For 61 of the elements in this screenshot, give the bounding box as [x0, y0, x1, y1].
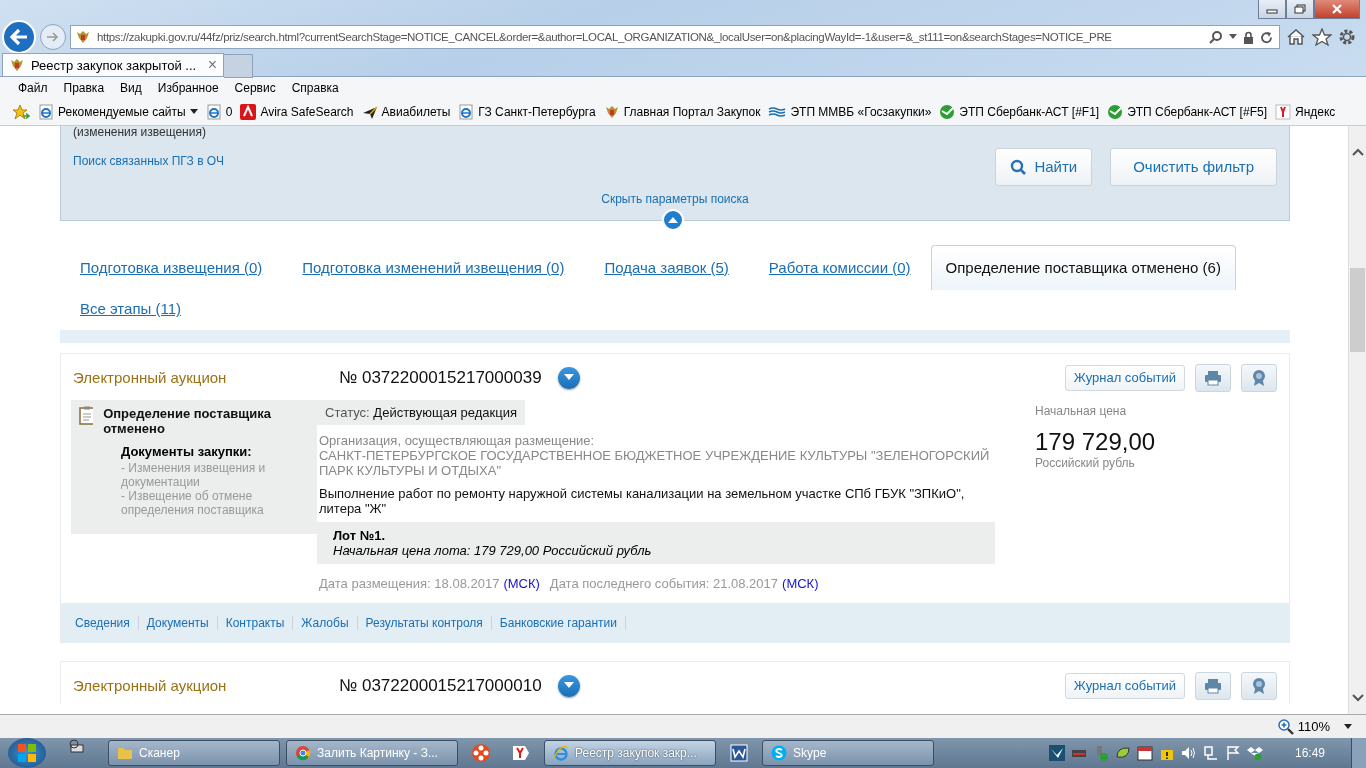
card-link[interactable]: Контракты — [217, 615, 294, 630]
favorite-link[interactable]: Рекомендуемые сайты — [38, 104, 198, 121]
stage-tab[interactable]: Работа комиссии (0) — [748, 244, 931, 290]
favorite-link[interactable]: ГЗ Санкт-Петербурга — [458, 104, 596, 121]
organization-label: Организация, осуществляющая размещение: — [319, 432, 596, 448]
currency-label: Российский рубль — [1035, 455, 1136, 470]
status-value: Действующая редакция — [373, 404, 517, 420]
menu-item[interactable]: Файл — [10, 81, 56, 96]
posted-date: Дата размещения: 18.08.2017 — [319, 575, 500, 591]
favorite-link[interactable]: Яндекс — [1274, 104, 1336, 121]
address-bar[interactable]: https://zakupki.gov.ru/44fz/priz/search.html?currentSearchStage=NOTICE_CANCEL&order=&author=LOCAL_ORGANIZATION&_localUser=on&placingWayId=-1&user=&_st111=on&searchStages=NOTICE_PRE — [70, 25, 1280, 49]
find-button[interactable]: Найти — [995, 147, 1093, 186]
procurement-number: № 0372200015217000010 — [339, 675, 542, 696]
lot-price: Начальная цена лота: 179 729,00 Российский рубль — [333, 542, 653, 558]
initial-price: 179 729,00 — [1035, 427, 1156, 456]
event-log-button[interactable]: Журнал событий — [1064, 364, 1185, 391]
menu-item[interactable]: Правка — [55, 81, 113, 96]
status-label: Статус: — [325, 404, 370, 420]
hide-search-params-link[interactable]: Скрыть параметры поиска — [61, 191, 1289, 206]
menu-item[interactable]: Вид — [112, 81, 150, 96]
menu-item[interactable]: Справка — [283, 81, 347, 96]
event-log-button[interactable]: Журнал событий — [1064, 672, 1185, 699]
favorite-link[interactable]: ЭТП ММВБ «Госзакупки» — [768, 105, 932, 120]
procurement-type: Электронный аукцион — [73, 677, 228, 695]
organization-name: САНКТ-ПЕТЕРБУРГСКОЕ ГОСУДАРСТВЕННОЕ БЮДЖЕТНОЕ УЧРЕЖДЕНИЕ КУЛЬТУРЫ "ЗЕЛЕНОГОРСКИЙ ПАРК КУЛЬТУРЫ И ОТДЫХА" — [319, 447, 991, 478]
card-link[interactable]: Документы — [138, 615, 218, 630]
favorite-link[interactable]: Avira SafeSearch — [240, 104, 354, 121]
price-label: Начальная цена — [1035, 403, 1128, 418]
favorite-link[interactable]: ЭТП Сбербанк-АСТ [#F1] — [939, 104, 1100, 121]
procurement-description: Выполнение работ по ремонту наружной системы канализации на земельном участке СПб ГБУК "ЗПКиО", литера "Ж" — [319, 485, 966, 516]
favorite-link[interactable]: ЭТП Сбербанк-АСТ [#F5] — [1107, 104, 1267, 121]
clock[interactable]: 16:49 — [1294, 746, 1325, 760]
related-search-link[interactable]: Поиск связанных ПГЗ в ОЧ — [73, 153, 224, 168]
filter-label: (изменения извещения) — [73, 125, 207, 138]
menu-item[interactable]: Избранное — [149, 81, 227, 96]
stage-tab-active[interactable]: Определение поставщика отменено (6) — [930, 244, 1236, 290]
documents-heading: Документы закупки: — [121, 443, 253, 459]
procurement-number: № 0372200015217000039 — [339, 367, 542, 388]
favorite-link[interactable]: Авиабилеты — [361, 104, 451, 121]
browser-tab[interactable]: Реестр закупок закрытой ... × — [2, 53, 224, 76]
lot-title: Лот №1. — [333, 527, 387, 543]
card-link[interactable]: Банковские гарантии — [491, 615, 626, 630]
card-link[interactable]: Сведения — [67, 615, 139, 630]
stage-tab[interactable]: Подготовка изменений извещения (0) — [282, 244, 585, 290]
last-event-date: Дата последнего события: 21.08.2017 — [549, 575, 779, 591]
stage-tab[interactable]: Все этапы (11) — [60, 289, 201, 328]
timezone-label: (МСК) — [503, 575, 540, 591]
favorite-link[interactable]: 0 — [205, 104, 233, 121]
stage-title: Определение поставщика отменено — [103, 405, 272, 436]
zoom-level[interactable]: 110% — [1297, 719, 1330, 735]
favorite-link[interactable]: Главная Портал Закупок — [603, 104, 761, 121]
tab-close-button[interactable]: × — [207, 56, 217, 74]
card-link[interactable]: Жалобы — [293, 615, 358, 630]
procurement-type: Электронный аукцион — [73, 369, 228, 387]
clear-filter-button[interactable]: Очистить фильтр — [1110, 147, 1277, 186]
stage-tab[interactable]: Подача заявок (5) — [584, 244, 749, 290]
menu-item[interactable]: Сервис — [226, 81, 284, 96]
card-link[interactable]: Результаты контроля — [357, 615, 492, 630]
timezone-label: (МСК) — [782, 575, 819, 591]
stage-tab[interactable]: Подготовка извещения (0) — [60, 244, 283, 290]
tab-title: Реестр закупок закрытой ... — [31, 57, 198, 73]
